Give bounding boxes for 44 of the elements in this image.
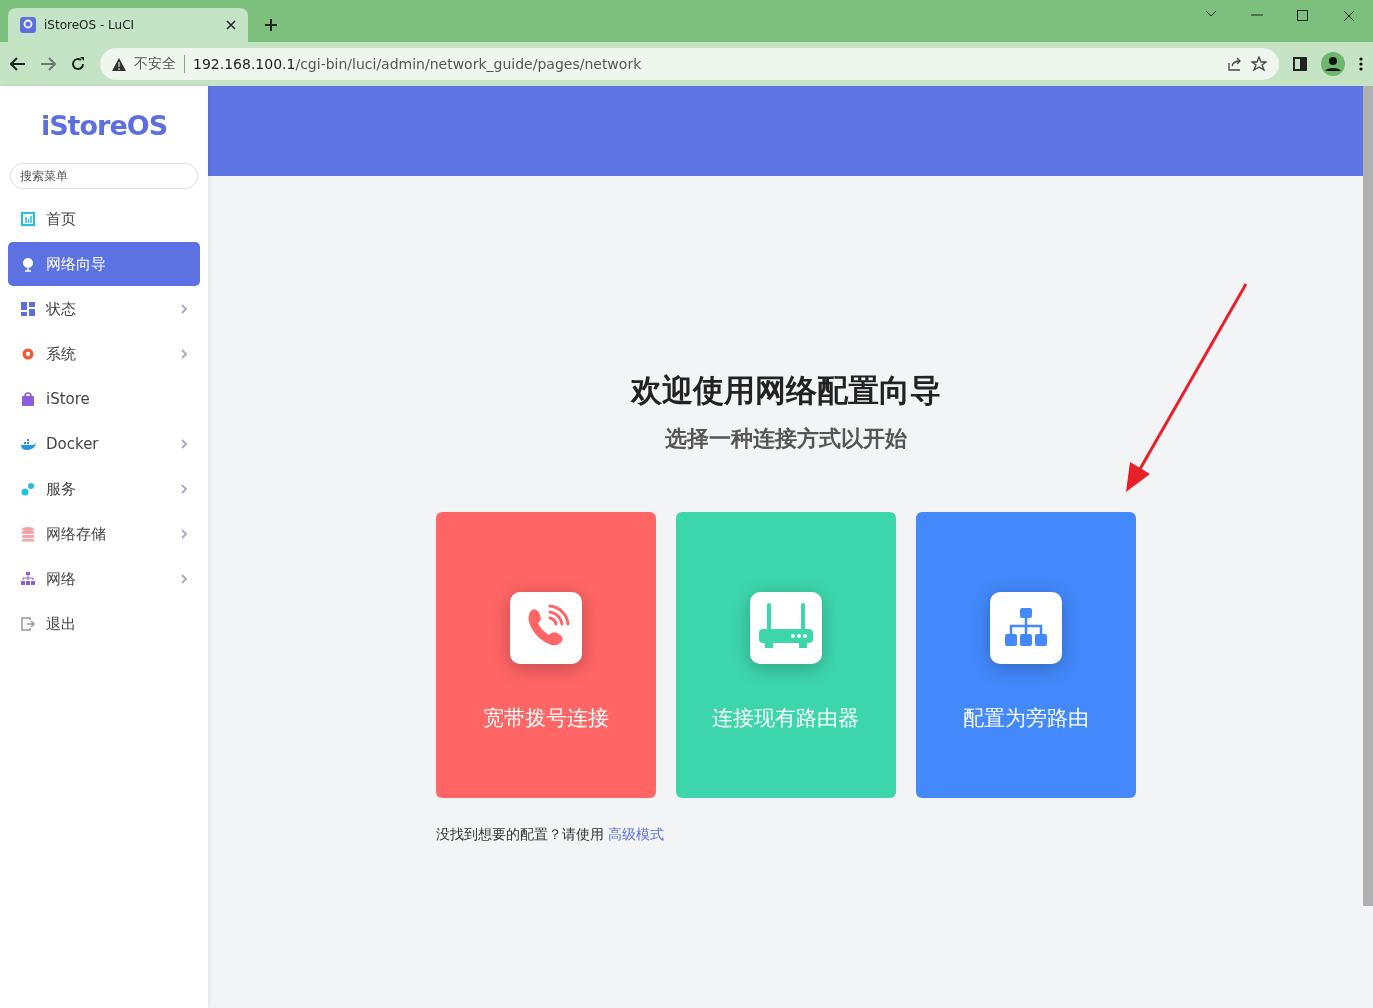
browser-tab[interactable]: iStoreOS - LuCI bbox=[8, 8, 248, 42]
menu-item[interactable]: 网络向导 bbox=[8, 242, 200, 286]
new-tab-icon[interactable] bbox=[264, 18, 278, 32]
url-text: 192.168.100.1/cgi-bin/luci/admin/network_guide/pages/network bbox=[193, 56, 643, 72]
menu-item[interactable]: iStore bbox=[8, 377, 200, 421]
share-icon[interactable] bbox=[1227, 56, 1243, 72]
close-icon[interactable] bbox=[1343, 10, 1355, 22]
app-favicon-icon bbox=[20, 17, 36, 33]
close-icon[interactable] bbox=[226, 20, 236, 30]
whale-icon bbox=[20, 436, 36, 452]
star-icon[interactable] bbox=[1251, 56, 1267, 72]
chevron-down-icon[interactable] bbox=[1205, 10, 1217, 18]
reload-icon[interactable] bbox=[70, 56, 86, 72]
page-subtitle: 选择一种连接方式以开始 bbox=[664, 425, 907, 453]
logo: iStoreOS bbox=[40, 110, 168, 141]
menu-item[interactable]: 系统 bbox=[8, 332, 200, 376]
menu-item[interactable]: 状态 bbox=[8, 287, 200, 331]
warning-icon bbox=[112, 57, 126, 71]
page-title: 欢迎使用网络配置向导 bbox=[630, 371, 941, 410]
scrollbar-thumb[interactable] bbox=[1363, 86, 1373, 906]
menu-item[interactable]: 网络 bbox=[8, 557, 200, 601]
database-icon bbox=[20, 526, 36, 542]
maximize-icon[interactable] bbox=[1297, 10, 1309, 22]
menu-item[interactable]: 网络存储 bbox=[8, 512, 200, 556]
profile-avatar-icon[interactable] bbox=[1321, 52, 1345, 76]
menu-item[interactable]: Docker bbox=[8, 422, 200, 466]
menu-item[interactable]: 退出 bbox=[8, 602, 200, 646]
tab-title: iStoreOS - LuCI bbox=[44, 18, 136, 32]
security-label: 不安全 bbox=[134, 55, 185, 73]
shopping-bag-icon bbox=[20, 391, 36, 407]
footer-text: 没找到想要的配置？请使用 bbox=[435, 826, 604, 844]
network-icon bbox=[20, 571, 36, 587]
address-bar[interactable]: 不安全 192.168.100.1/cgi-bin/luci/admin/network_guide/pages/network bbox=[100, 48, 1279, 80]
menu-item[interactable]: 服务 bbox=[8, 467, 200, 511]
search-field[interactable]: 搜索菜单 bbox=[10, 163, 198, 189]
menu-icon[interactable] bbox=[1359, 57, 1363, 71]
chart-icon bbox=[20, 211, 36, 227]
back-arrow-icon[interactable] bbox=[10, 57, 26, 71]
advanced-mode-link[interactable]: 高级模式 bbox=[607, 826, 664, 844]
logout-icon bbox=[20, 616, 36, 632]
menu-item[interactable]: 首页 bbox=[8, 197, 200, 241]
forward-arrow-icon[interactable] bbox=[40, 57, 56, 71]
dashboard-icon bbox=[20, 301, 36, 317]
side-panel-icon[interactable] bbox=[1293, 57, 1307, 71]
